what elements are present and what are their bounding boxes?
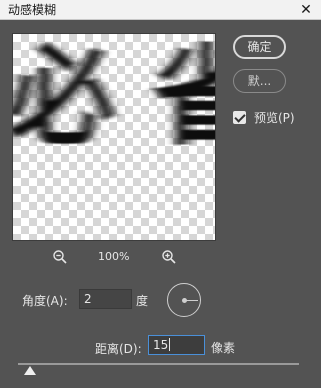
zoom-level: 100% (98, 250, 130, 263)
preview-glyph-1: 必 (13, 35, 115, 160)
window-title: 动感模糊 (8, 3, 57, 17)
distance-slider-thumb[interactable] (24, 366, 36, 375)
zoom-out-icon[interactable] (52, 249, 68, 265)
preview-label: 预览(P) (254, 110, 295, 125)
angle-dial-hub (182, 298, 187, 303)
blurred-preview-image: 必 省 (13, 35, 216, 160)
distance-slider-track[interactable] (18, 363, 299, 365)
angle-input[interactable]: 2 (79, 289, 132, 309)
text-caret (169, 338, 171, 351)
angle-unit: 度 (136, 294, 149, 308)
distance-unit: 像素 (211, 341, 236, 355)
close-icon[interactable]: ✕ (297, 1, 315, 19)
ok-button[interactable]: 确定 (233, 35, 286, 59)
zoom-controls: 100% (0, 249, 230, 267)
distance-label: 距离(D): (95, 342, 142, 356)
preview-glyph-2: 省 (153, 35, 216, 160)
default-button[interactable]: 默... (233, 69, 286, 93)
zoom-in-icon[interactable] (161, 249, 177, 265)
angle-label: 角度(A): (22, 294, 68, 308)
distance-input[interactable]: 15 (148, 335, 205, 355)
angle-value: 2 (84, 292, 92, 306)
distance-value: 15 (153, 338, 169, 352)
preview-canvas[interactable]: 必 省 (12, 33, 216, 241)
preview-checkbox[interactable] (233, 110, 246, 124)
preview-toggle[interactable]: 预览(P) (233, 109, 295, 125)
angle-dial[interactable] (167, 283, 201, 317)
title-bar: 动感模糊 ✕ (0, 0, 321, 20)
